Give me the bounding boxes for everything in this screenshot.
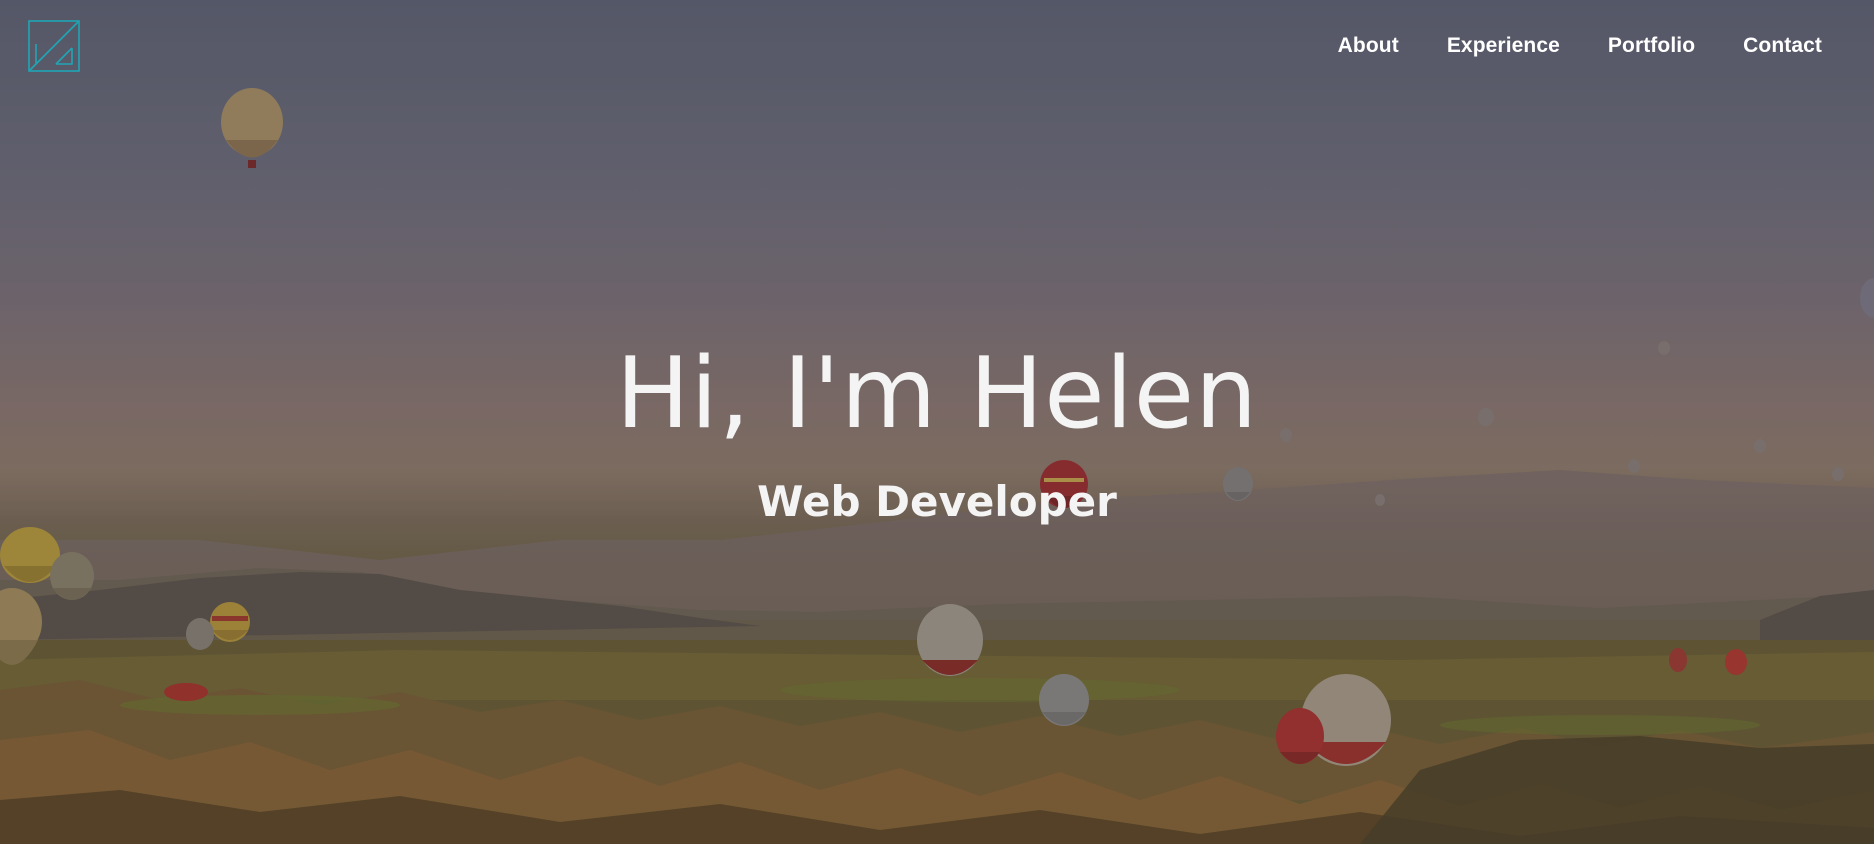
hero-title: Hi, I'm Helen (615, 337, 1259, 451)
nav-link-portfolio[interactable]: Portfolio (1608, 34, 1695, 58)
nav-link-about[interactable]: About (1338, 34, 1399, 58)
hero-section: About Experience Portfolio Contact Hi, I… (0, 0, 1874, 844)
nav-link-contact[interactable]: Contact (1743, 34, 1822, 58)
nav-link-experience[interactable]: Experience (1447, 34, 1560, 58)
site-logo[interactable] (28, 20, 80, 72)
square-slash-logo-icon (28, 20, 80, 72)
hero-subtitle: Web Developer (757, 477, 1117, 526)
main-nav: About Experience Portfolio Contact (1338, 34, 1822, 58)
